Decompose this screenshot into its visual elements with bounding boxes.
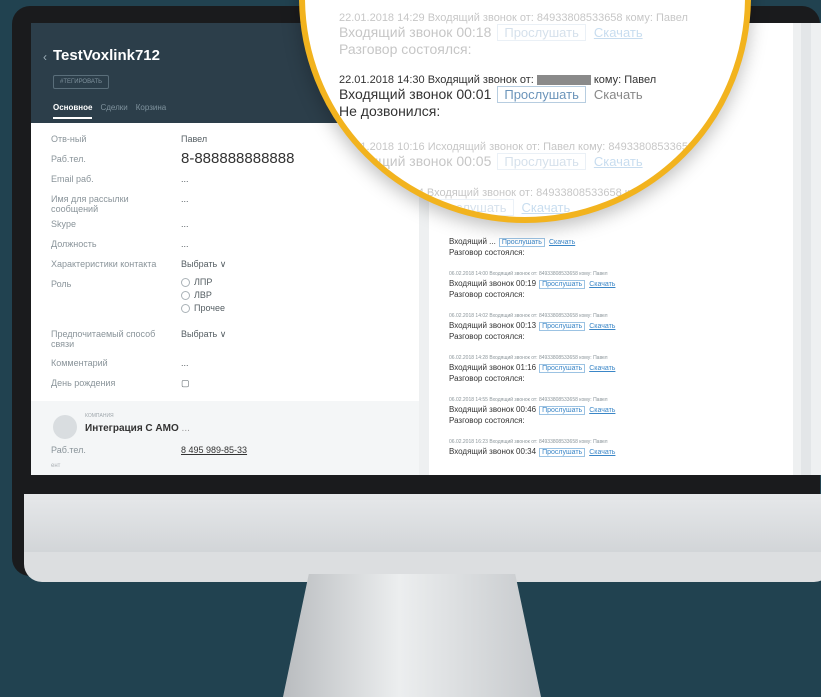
download-link[interactable]: Скачать <box>594 154 643 169</box>
role-option-lpr[interactable]: ЛПР <box>181 277 225 287</box>
download-link[interactable]: Скачать <box>589 407 615 414</box>
field-value-work-phone[interactable]: 8-888888888888 <box>181 150 294 167</box>
mag-call-entry-highlight: 22.01.2018 14:30 Входящий звонок от: кому… <box>339 74 657 119</box>
company-name[interactable]: Интеграция С АМО ... <box>85 423 190 434</box>
company-phone-label: Раб.тел. <box>51 445 86 455</box>
download-link[interactable]: Скачать <box>594 25 643 40</box>
company-extra: ент <box>51 463 61 469</box>
field-value-skype[interactable]: ... <box>181 219 189 229</box>
field-label-comment: Комментарий <box>51 358 108 368</box>
listen-button[interactable]: Прослушать <box>497 24 586 41</box>
download-link[interactable]: Скачать <box>522 200 571 215</box>
download-link[interactable]: Скачать <box>549 239 575 246</box>
mag-call-entry: 23.01.2018 11:54 Входящий звонок от: 849… <box>339 187 688 216</box>
download-link[interactable]: Скачать <box>589 449 615 456</box>
company-label: КОМПАНИЯ <box>85 413 114 419</box>
tab-main[interactable]: Основное <box>53 103 93 119</box>
field-value-owner[interactable]: Павел <box>181 134 207 144</box>
listen-button[interactable]: Прослушать <box>497 153 586 170</box>
magnifier: 22.01.2018 14:29 Входящий звонок от: 849… <box>299 0 751 223</box>
listen-button[interactable]: Прослушать <box>539 406 586 415</box>
role-option-lvr[interactable]: ЛВР <box>181 290 225 300</box>
contact-tabs: Основное Сделки Корзина <box>53 103 166 119</box>
field-label-role: Роль <box>51 279 72 289</box>
listen-button[interactable]: Прослушать <box>498 238 545 247</box>
field-label-work-phone: Раб.тел. <box>51 154 86 164</box>
back-icon[interactable]: ‹ <box>43 50 47 64</box>
field-label-skype: Skype <box>51 219 77 229</box>
field-value-birthday[interactable]: ▢ <box>181 378 190 389</box>
call-entry: 06.02.2018 14:00 Входящий звонок от: 849… <box>449 271 616 299</box>
listen-button[interactable]: Прослушать <box>539 280 586 289</box>
call-entry: 06.02.2018 14:28 Входящий звонок от: 849… <box>449 355 616 383</box>
company-avatar <box>53 415 77 439</box>
call-entry: 06.02.2018 14:55 Входящий звонок от: 849… <box>449 397 616 425</box>
field-value-email[interactable]: ... <box>181 174 189 184</box>
call-entry-partial: Входящий ... Прослушать Скачать Разговор с… <box>449 237 576 257</box>
field-label-position: Должность <box>51 239 97 249</box>
tab-deals[interactable]: Сделки <box>100 103 127 119</box>
field-value-characteristics[interactable]: Выбрать ∨ <box>181 259 226 270</box>
field-label-mailing-name: Имя для рассылки сообщений <box>51 194 129 214</box>
role-options: ЛПР ЛВР Прочее <box>181 277 225 313</box>
listen-button[interactable]: Прослушать <box>425 199 514 216</box>
listen-button[interactable]: Прослушать <box>539 364 586 373</box>
tag-button[interactable]: #ТЕГИРОВАТЬ <box>53 75 110 89</box>
field-label-contact-method: Предпочитаемый способ связи <box>51 329 156 349</box>
role-option-other[interactable]: Прочее <box>181 303 225 313</box>
monitor-stand <box>283 574 541 697</box>
field-label-birthday: День рождения <box>51 378 116 388</box>
scrollbar[interactable] <box>801 23 811 475</box>
download-link[interactable]: Скачать <box>589 365 615 372</box>
contact-title: TestVoxlink712 <box>53 47 160 64</box>
download-link[interactable]: Скачать <box>589 281 615 288</box>
call-entry: 06.02.2018 16:23 Входящий звонок от: 849… <box>449 439 616 457</box>
field-value-contact-method[interactable]: Выбрать ∨ <box>181 329 226 340</box>
company-block: КОМПАНИЯ Интеграция С АМО ... Раб.тел. 8… <box>31 401 419 475</box>
listen-button[interactable]: Прослушать <box>539 448 586 457</box>
monitor-chin <box>24 494 821 582</box>
field-label-characteristics: Характеристики контакта <box>51 259 157 269</box>
call-entry: 06.02.2018 14:02 Входящий звонок от: 849… <box>449 313 616 341</box>
company-phone[interactable]: 8 495 989-85-33 <box>181 445 247 455</box>
field-label-owner: Отв-ный <box>51 134 87 144</box>
field-label-email: Email раб. <box>51 174 94 184</box>
field-value-position[interactable]: ... <box>181 239 189 249</box>
download-link[interactable]: Скачать <box>589 323 615 330</box>
field-value-mailing-name[interactable]: ... <box>181 194 189 204</box>
listen-button[interactable]: Прослушать <box>539 322 586 331</box>
download-link[interactable]: Скачать <box>594 87 643 102</box>
tab-trash[interactable]: Корзина <box>136 103 166 119</box>
listen-button[interactable]: Прослушать <box>497 86 586 103</box>
mag-call-entry: 23.01.2018 10:16 Исходящий звонок от: Па… <box>339 141 695 170</box>
mag-call-entry: 22.01.2018 14:29 Входящий звонок от: 849… <box>339 12 688 57</box>
redacted-number <box>536 75 591 86</box>
field-value-comment[interactable]: ... <box>181 358 189 368</box>
